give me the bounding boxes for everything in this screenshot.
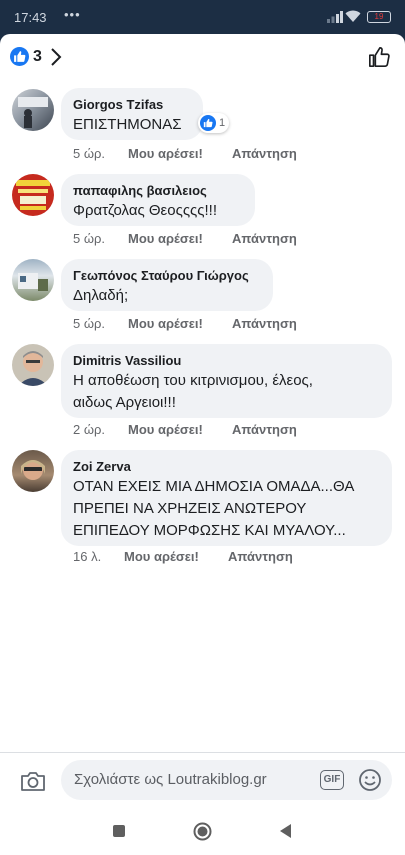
comment-author[interactable]: Giorgos Tzifas xyxy=(73,96,191,114)
reply-link[interactable]: Απάντηση xyxy=(232,422,297,437)
reply-link[interactable]: Απάντηση xyxy=(228,549,293,564)
android-nav-bar xyxy=(0,814,405,855)
recents-button[interactable] xyxy=(113,825,125,837)
comment-time[interactable]: 5 ώρ. xyxy=(73,146,105,161)
comment-bubble[interactable]: Giorgos Tzifas ΕΠΙΣΤΗΜΟΝΑΣ xyxy=(61,88,203,140)
reaction-count: 3 xyxy=(33,48,42,65)
like-link[interactable]: Μου αρέσει! xyxy=(128,146,203,161)
thumbs-up-icon[interactable] xyxy=(368,46,390,68)
battery-level: 19 xyxy=(374,12,384,21)
comment-author[interactable]: παπαφιλης βασιλειος xyxy=(73,182,243,200)
emoji-icon[interactable] xyxy=(358,768,382,792)
back-button[interactable] xyxy=(278,823,292,839)
comment-time[interactable]: 5 ώρ. xyxy=(73,231,105,246)
status-time: 17:43 xyxy=(14,10,47,25)
like-reaction-icon xyxy=(10,47,29,66)
reactions-header[interactable]: 3 xyxy=(0,34,405,82)
comment-bubble[interactable]: Γεωπόνος Σταύρου Γιώργος Δηλαδή; xyxy=(61,259,273,311)
comment-text: ΟΤΑΝ ΕΧΕΙΣ ΜΙΑ ΔΗΜΟΣΙΑ ΟΜΑΔΑ...ΘΑ xyxy=(73,478,355,495)
comment-author[interactable]: Zoi Zerva xyxy=(73,458,380,476)
comments-sheet: 3 Giorgos Tzifas ΕΠΙΣΤΗΜΟΝΑΣ 1 5 ώρ. Μου… xyxy=(0,34,405,814)
battery-icon: 19 xyxy=(367,11,391,23)
comment-reactions[interactable]: 1 xyxy=(198,113,230,133)
reply-link[interactable]: Απάντηση xyxy=(232,146,297,161)
signal-icon xyxy=(327,11,343,23)
comment-text: ΕΠΙΣΤΗΜΟΝΑΣ xyxy=(73,116,182,133)
reaction-count: 1 xyxy=(219,117,226,129)
avatar[interactable] xyxy=(12,174,54,216)
comment-bubble[interactable]: Zoi Zerva ΟΤΑΝ ΕΧΕΙΣ ΜΙΑ ΔΗΜΟΣΙΑ ΟΜΑΔΑ..… xyxy=(61,450,392,546)
chevron-right-icon[interactable] xyxy=(50,47,62,67)
comment-text: αιδως Αργειοι!!! xyxy=(73,394,176,411)
status-bar: 17:43 ••• 19 xyxy=(0,0,405,34)
like-link[interactable]: Μου αρέσει! xyxy=(128,316,203,331)
reply-link[interactable]: Απάντηση xyxy=(232,316,297,331)
avatar[interactable] xyxy=(12,259,54,301)
comment-time[interactable]: 16 λ. xyxy=(73,549,101,564)
avatar[interactable] xyxy=(12,450,54,492)
comment-time[interactable]: 2 ώρ. xyxy=(73,422,105,437)
comment-input[interactable]: Σχολιάστε ως Loutrakiblog.gr GIF xyxy=(61,760,392,800)
comment-text: ΕΠΙΠΕΔΟΥ ΜΟΡΦΩΣΗΣ ΚΑΙ ΜΥΑΛΟΥ... xyxy=(73,522,346,539)
comment-input-placeholder: Σχολιάστε ως Loutrakiblog.gr xyxy=(74,771,267,788)
reply-link[interactable]: Απάντηση xyxy=(232,231,297,246)
wifi-icon xyxy=(345,10,361,22)
comment-bubble[interactable]: παπαφιλης βασιλειος Φρατζολας Θεοςςςς!!! xyxy=(61,174,255,226)
home-button[interactable] xyxy=(193,822,212,841)
like-link[interactable]: Μου αρέσει! xyxy=(124,549,199,564)
comment-time[interactable]: 5 ώρ. xyxy=(73,316,105,331)
avatar[interactable] xyxy=(12,344,54,386)
like-reaction-icon xyxy=(200,115,216,131)
comment-text: Φρατζολας Θεοςςςς!!! xyxy=(73,202,218,219)
gif-button[interactable]: GIF xyxy=(320,770,344,790)
like-link[interactable]: Μου αρέσει! xyxy=(128,422,203,437)
comment-text: ΠΡΕΠΕΙ ΝΑ ΧΡΗΖΕΙΣ ΑΝΩΤΕΡΟΥ xyxy=(73,500,307,517)
comment-author[interactable]: Γεωπόνος Σταύρου Γιώργος xyxy=(73,267,261,285)
comment-text: Δηλαδή; xyxy=(73,287,129,304)
avatar[interactable] xyxy=(12,89,54,131)
comment-bubble[interactable]: Dimitris Vassiliou Η αποθέωση του κιτριν… xyxy=(61,344,392,418)
like-link[interactable]: Μου αρέσει! xyxy=(128,231,203,246)
comment-text: Η αποθέωση του κιτρινισμου, έλεος, xyxy=(73,372,313,389)
status-dots: ••• xyxy=(64,7,81,22)
camera-icon[interactable] xyxy=(20,770,46,792)
comment-composer: Σχολιάστε ως Loutrakiblog.gr GIF xyxy=(0,752,405,814)
comment-author[interactable]: Dimitris Vassiliou xyxy=(73,352,380,370)
